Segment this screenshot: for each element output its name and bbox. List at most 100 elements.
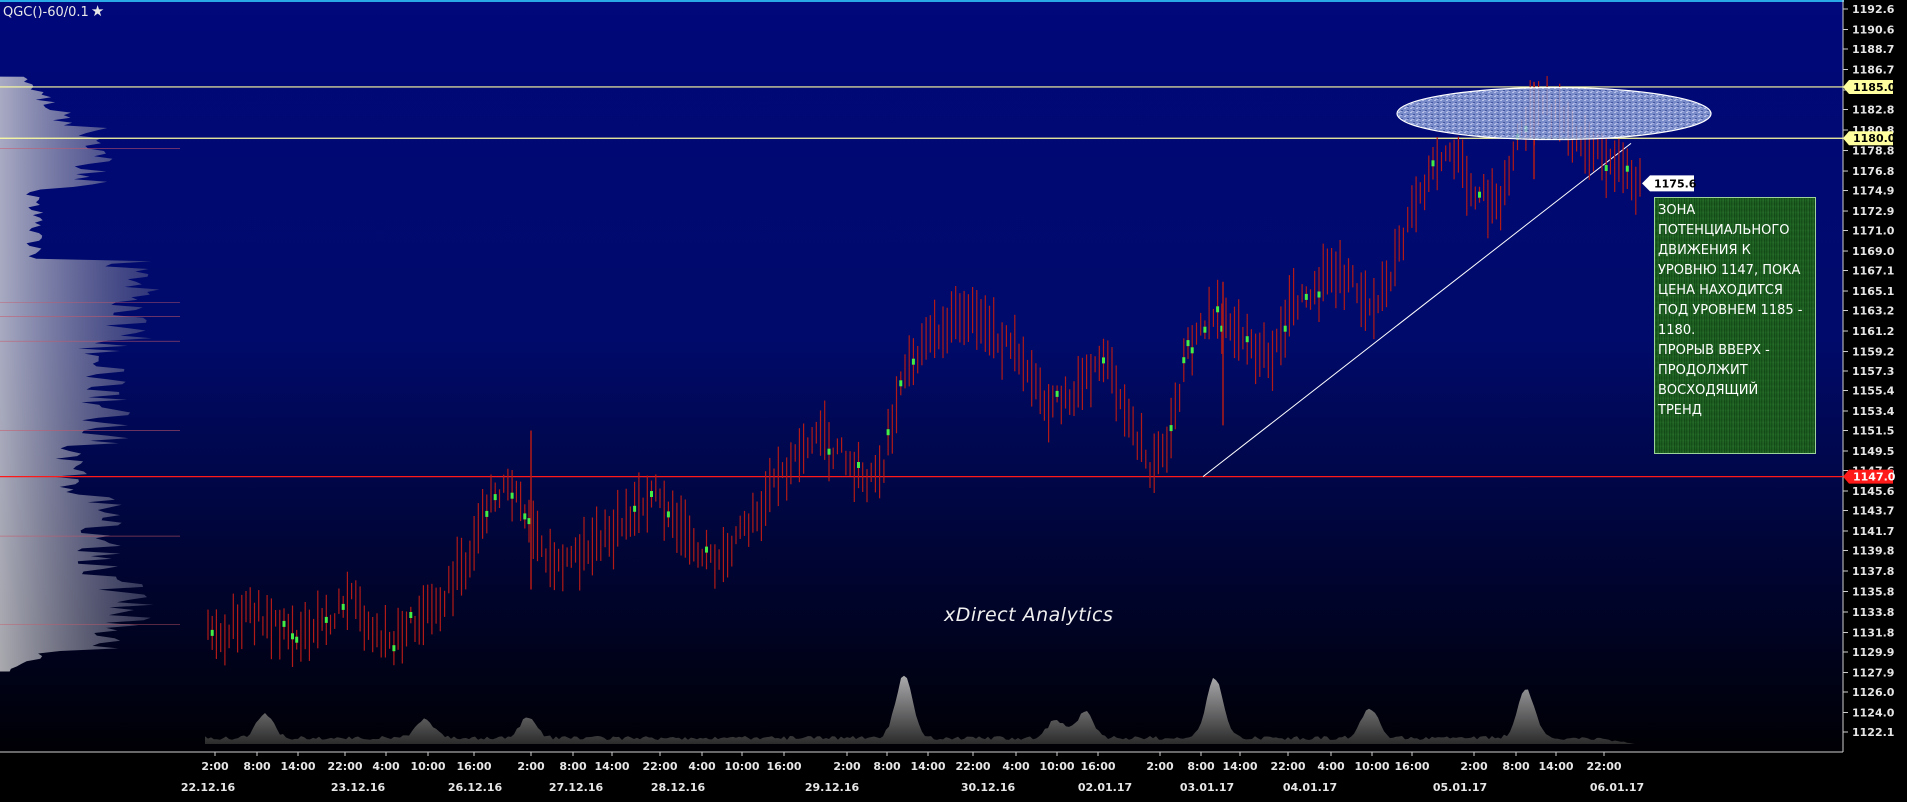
y-tick-label: 1129.9 (1852, 646, 1894, 659)
price-bar-highlight (1102, 357, 1105, 364)
price-bar-highlight (291, 633, 294, 640)
x-tick-label: 8:00 (243, 760, 271, 773)
annotation-line: ЗОНА (1658, 203, 1696, 218)
x-tick-label: 2:00 (201, 760, 229, 773)
watermark: xDirect Analytics (944, 604, 1114, 626)
price-bar-highlight (1304, 293, 1308, 300)
price-bar-highlight (485, 510, 489, 517)
x-date-label: 06.01.17 (1590, 781, 1644, 794)
y-tick-label: 1151.5 (1852, 424, 1894, 437)
price-bar-highlight (295, 636, 299, 643)
x-tick-label: 8:00 (1502, 760, 1530, 773)
y-tick-label: 1172.9 (1852, 205, 1894, 218)
x-tick-label: 2:00 (517, 760, 545, 773)
x-date-label: 26.12.16 (448, 781, 503, 794)
price-bar-highlight (392, 645, 396, 652)
y-tick-label: 1157.3 (1852, 365, 1894, 378)
symbol-label: QGC()-60/0.1 (3, 5, 89, 20)
x-tick-label: 10:00 (1039, 760, 1074, 773)
x-date-label: 02.01.17 (1078, 781, 1132, 794)
price-bar-highlight (911, 358, 915, 365)
x-tick-label: 14:00 (1222, 760, 1257, 773)
x-tick-label: 4:00 (1317, 760, 1345, 773)
highlight-zone (1396, 86, 1712, 141)
level-tag-1180.0: 1180.0 (1843, 131, 1896, 146)
x-tick-label: 16:00 (1394, 760, 1429, 773)
annotation-line: ТРЕНД (1658, 403, 1702, 418)
x-date-label: 03.01.17 (1180, 781, 1234, 794)
price-bar-highlight (705, 546, 708, 553)
x-date-label: 04.01.17 (1283, 781, 1337, 794)
annotation-line: ВОСХОДЯЩИЙ (1658, 383, 1759, 398)
price-bar-highlight (527, 518, 531, 525)
y-tick-label: 1141.7 (1852, 525, 1894, 538)
y-tick-label: 1186.7 (1852, 64, 1894, 77)
x-date-label: 27.12.16 (549, 781, 604, 794)
y-tick-label: 1178.8 (1852, 145, 1894, 158)
y-tick-label: 1149.5 (1852, 445, 1894, 458)
price-chart[interactable]: 1192.61190.61188.71186.71184.71182.81180… (0, 0, 1907, 802)
price-bar-highlight (324, 616, 328, 623)
y-tick-label: 1155.4 (1852, 384, 1895, 397)
price-bar-highlight (510, 492, 514, 499)
level-tag-label: 1185.0 (1853, 81, 1896, 94)
price-bar-highlight (1182, 357, 1186, 364)
x-date-label: 05.01.17 (1433, 781, 1487, 794)
x-tick-label: 22:00 (1270, 760, 1305, 773)
y-tick-label: 1165.1 (1852, 285, 1894, 298)
x-tick-label: 16:00 (456, 760, 491, 773)
price-bar-highlight (409, 612, 413, 618)
x-tick-label: 2:00 (1146, 760, 1174, 773)
y-tick-label: 1135.8 (1852, 586, 1894, 599)
y-tick-label: 1161.2 (1852, 325, 1894, 338)
star-icon[interactable]: ★ (91, 2, 104, 20)
y-tick-label: 1137.8 (1852, 565, 1894, 578)
x-tick-label: 10:00 (410, 760, 445, 773)
price-bar-highlight (1478, 191, 1481, 198)
annotation-line: ДВИЖЕНИЯ К (1658, 243, 1751, 258)
x-tick-label: 22:00 (327, 760, 362, 773)
y-tick-label: 1122.1 (1852, 726, 1894, 739)
price-bar-highlight (1283, 325, 1287, 332)
level-tag-1147.0: 1147.0 (1843, 469, 1896, 484)
y-tick-label: 1188.7 (1852, 43, 1894, 56)
top-border (0, 0, 1907, 2)
price-bar-highlight (1186, 340, 1190, 347)
y-tick-label: 1153.4 (1852, 405, 1895, 418)
x-tick-label: 8:00 (559, 760, 587, 773)
price-bar-highlight (1625, 165, 1629, 172)
price-bar-highlight (1169, 425, 1173, 432)
annotation-line: ПОД УРОВНЕМ 1185 - (1658, 303, 1803, 318)
x-date-label: 28.12.16 (651, 781, 706, 794)
price-bar-highlight (1431, 160, 1435, 167)
x-tick-label: 14:00 (280, 760, 315, 773)
price-bar-highlight (210, 629, 214, 636)
annotation-line: ПРОРЫВ ВВЕРХ - (1658, 343, 1770, 358)
x-tick-label: 10:00 (1354, 760, 1389, 773)
x-date-label: 23.12.16 (331, 781, 386, 794)
x-tick-label: 14:00 (1538, 760, 1573, 773)
symbol-header[interactable]: QGC()-60/0.1 ★ (3, 2, 104, 20)
x-tick-label: 22:00 (642, 760, 677, 773)
price-bar-highlight (341, 603, 345, 610)
y-tick-label: 1190.6 (1852, 24, 1895, 37)
annotation-line: ПРОДОЛЖИТ (1658, 363, 1748, 378)
y-tick-label: 1124.0 (1852, 707, 1895, 720)
chart-window: 1192.61190.61188.71186.71184.71182.81180… (0, 0, 1907, 802)
price-bar-highlight (523, 513, 527, 520)
price-bar-highlight (1604, 165, 1608, 171)
x-tick-label: 14:00 (594, 760, 629, 773)
price-bar-highlight (886, 429, 890, 436)
y-tick-label: 1143.7 (1852, 504, 1894, 517)
y-tick-label: 1171.0 (1852, 225, 1895, 238)
price-bar-highlight (899, 380, 903, 387)
y-tick-label: 1126.0 (1852, 686, 1895, 699)
x-tick-label: 16:00 (1080, 760, 1115, 773)
annotation-line: ПОТЕНЦИАЛЬНОГО (1658, 223, 1790, 238)
y-tick-label: 1127.9 (1852, 667, 1894, 680)
price-bar-highlight (1055, 390, 1059, 397)
annotation-line: 1180. (1658, 323, 1696, 338)
x-tick-label: 16:00 (766, 760, 801, 773)
price-bar-highlight (1190, 347, 1194, 354)
y-tick-label: 1176.8 (1852, 165, 1894, 178)
